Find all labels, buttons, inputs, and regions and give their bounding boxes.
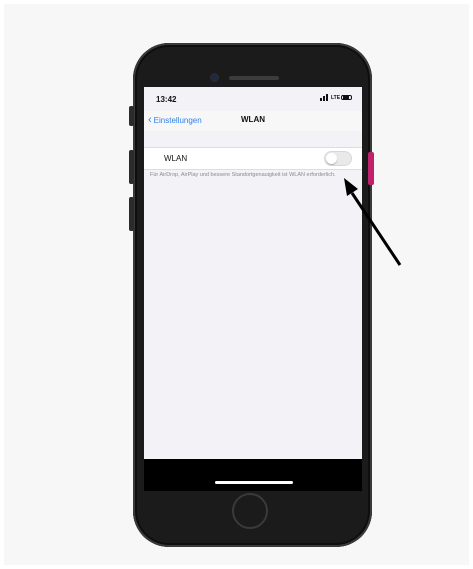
annotation-arrow-icon bbox=[344, 178, 402, 266]
